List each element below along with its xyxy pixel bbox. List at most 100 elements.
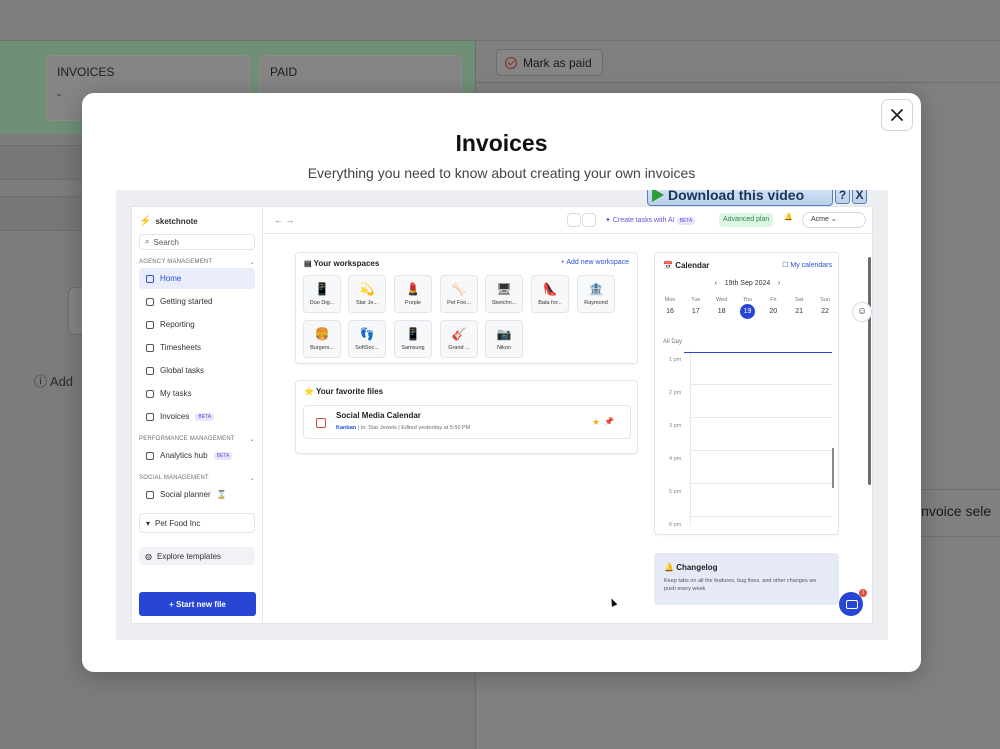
calendar-scrollbar	[832, 448, 834, 488]
mouse-cursor-icon	[608, 597, 618, 607]
rocket-icon	[146, 297, 154, 306]
changelog-title: 🔔 Changelog	[664, 563, 718, 572]
help-button[interactable]: ?	[835, 190, 850, 204]
workspace-tile: 🖥 Sketchn...	[485, 275, 523, 313]
sidebar-section: SOCIAL MANAGEMENT ⌄	[139, 475, 255, 482]
add-link[interactable]: ⓘ Add	[34, 371, 73, 390]
sidebar-item-label: Home	[160, 274, 182, 283]
workspace-tile-label: SoftSoc...	[355, 345, 379, 351]
my-calendars-link: ☐ My calendars	[782, 262, 832, 269]
main-scrollbar	[868, 257, 871, 485]
workspace-tile-label: Burgers...	[310, 345, 334, 351]
my-calendars-label: My calendars	[790, 262, 832, 269]
invoice-icon	[146, 412, 154, 421]
sidebar-item-global-tasks: Global tasks	[139, 360, 255, 381]
workspaces-card: ▤ Your workspaces + Add new workspace 📱 D…	[295, 252, 638, 364]
beta-badge: BETA	[213, 451, 233, 460]
clock-icon	[146, 343, 154, 352]
weekday-label: Mon	[664, 297, 676, 303]
workspace-tile: 🎸 Grand ...	[440, 320, 478, 358]
mark-as-paid-button[interactable]: Mark as paid	[496, 49, 603, 76]
sidebar-item-label: Getting started	[160, 297, 213, 306]
sidebar-section: PERFORMANCE MANAGEMENT ⌄	[139, 436, 255, 443]
workspace-tile-label: Raymond	[584, 300, 608, 306]
account-name: Acme	[811, 216, 829, 223]
workspace-tile: 👣 SoftSoc...	[348, 320, 386, 358]
calendar-date-text: 19th Sep 2024	[724, 280, 771, 287]
date-label: 16	[666, 308, 674, 315]
weekday-label: Sat	[795, 297, 804, 303]
sidebar-section-label: AGENCY MANAGEMENT	[139, 259, 213, 265]
invoice-select-text: invoice sele	[918, 503, 992, 519]
sidebar-item-label: My tasks	[160, 389, 192, 398]
workspace-tile: 🏦 Raymond	[577, 275, 615, 313]
history-icon	[567, 213, 581, 227]
favorites-title-text: Your favorite files	[316, 387, 384, 396]
add-workspace-link: + Add new workspace	[560, 259, 629, 266]
expand-icon	[582, 213, 596, 227]
search-icon: ⌕	[145, 237, 150, 246]
hour-line	[690, 417, 832, 418]
templates-icon: ◍	[145, 551, 152, 561]
sidebar-section-label: PERFORMANCE MANAGEMENT	[139, 436, 235, 442]
avatar: ☺	[852, 302, 872, 322]
favorites-title: ⭐ Your favorite files	[304, 387, 384, 396]
add-label: Add	[49, 374, 74, 389]
weekday-label: Tue	[691, 297, 701, 303]
close-modal-button[interactable]	[881, 99, 913, 131]
today-marker: 19	[739, 304, 755, 319]
workspace-emoji: 🍔	[314, 327, 330, 341]
weekday-headers: Mon Tue Wed Thu Fri Sat Sun	[659, 297, 836, 303]
weekday-label: Sun	[820, 297, 830, 303]
bolt-icon: ⚡	[139, 215, 152, 227]
tutorial-video[interactable]: ⚡ sketchnote ⌕ Search AGENCY MANAGEMENT ⌄ H…	[116, 190, 888, 640]
hourglass-icon: ⌛	[216, 490, 227, 499]
workspace-tile: 📱 Samsung	[394, 320, 432, 358]
checklist-icon	[146, 389, 154, 398]
changelog-title-text: Changelog	[676, 563, 718, 572]
hour-label: 1 pm	[669, 357, 682, 363]
brand-name: sketchnote	[155, 216, 198, 226]
workspace-emoji: 💫	[359, 282, 375, 296]
sidebar-item-label: Timesheets	[160, 343, 202, 352]
workspace-tile-label: Purple	[405, 300, 421, 306]
video-sidebar: ⚡ sketchnote ⌕ Search AGENCY MANAGEMENT ⌄ H…	[132, 207, 263, 623]
calendar-title: 📅 Calendar	[663, 261, 710, 270]
hour-label: 5 pm	[669, 489, 682, 495]
workspace-selector: ▾ Pet Food Inc	[139, 513, 255, 533]
explore-templates-label: Explore templates	[156, 551, 222, 561]
workspace-emoji: 💄	[405, 282, 421, 296]
workspace-name: Pet Food Inc	[155, 518, 201, 528]
download-video-button[interactable]: Download this video	[647, 190, 833, 206]
hour-label: 6 pm	[669, 522, 682, 528]
explore-templates: ◍ Explore templates	[139, 547, 255, 565]
check-circle-icon	[505, 56, 517, 69]
date-label-today: 19	[736, 304, 758, 319]
star-icon: ★	[591, 417, 600, 427]
workspace-tile: 🍔 Burgers...	[303, 320, 341, 358]
close-download-bar-button[interactable]: X	[852, 190, 867, 204]
workspace-emoji: 🎸	[451, 327, 467, 341]
hour-line	[690, 450, 832, 451]
workspace-emoji: 🖥	[496, 282, 512, 296]
workspace-tile-label: Samsung	[401, 345, 425, 351]
invoices-help-modal: Invoices Everything you need to know abo…	[82, 93, 921, 672]
sidebar-item-label: Analytics hub	[160, 451, 208, 460]
tasks-icon	[146, 366, 154, 375]
back-forward-arrows-icon: ← →	[274, 215, 295, 225]
hour-label: 3 pm	[669, 423, 682, 429]
favorite-file-meta: Kanban | In: Star Jewels | Edited yester…	[336, 425, 470, 431]
sidebar-item-reporting: Reporting	[139, 314, 255, 335]
changelog-text: Keep tabs on all the features, bug fixes…	[664, 578, 817, 593]
pin-icon: 📌	[604, 417, 614, 426]
sidebar-section-label: SOCIAL MANAGEMENT	[139, 475, 209, 481]
background-divider	[476, 82, 1000, 83]
workspace-tile-label: Pet Foo...	[447, 300, 471, 306]
date-label: 22	[821, 308, 829, 315]
weekday-label: Wed	[716, 297, 728, 303]
changelog-card: 🔔 Changelog Keep tabs on all the feature…	[654, 553, 839, 605]
workspace-tile: 💄 Purple	[394, 275, 432, 313]
create-tasks-ai: ✦ Create tasks with AI BETA	[605, 216, 696, 225]
workspace-tile-label: Sketchn...	[491, 300, 517, 306]
sidebar-item-invoices: Invoices BETA	[139, 406, 255, 427]
